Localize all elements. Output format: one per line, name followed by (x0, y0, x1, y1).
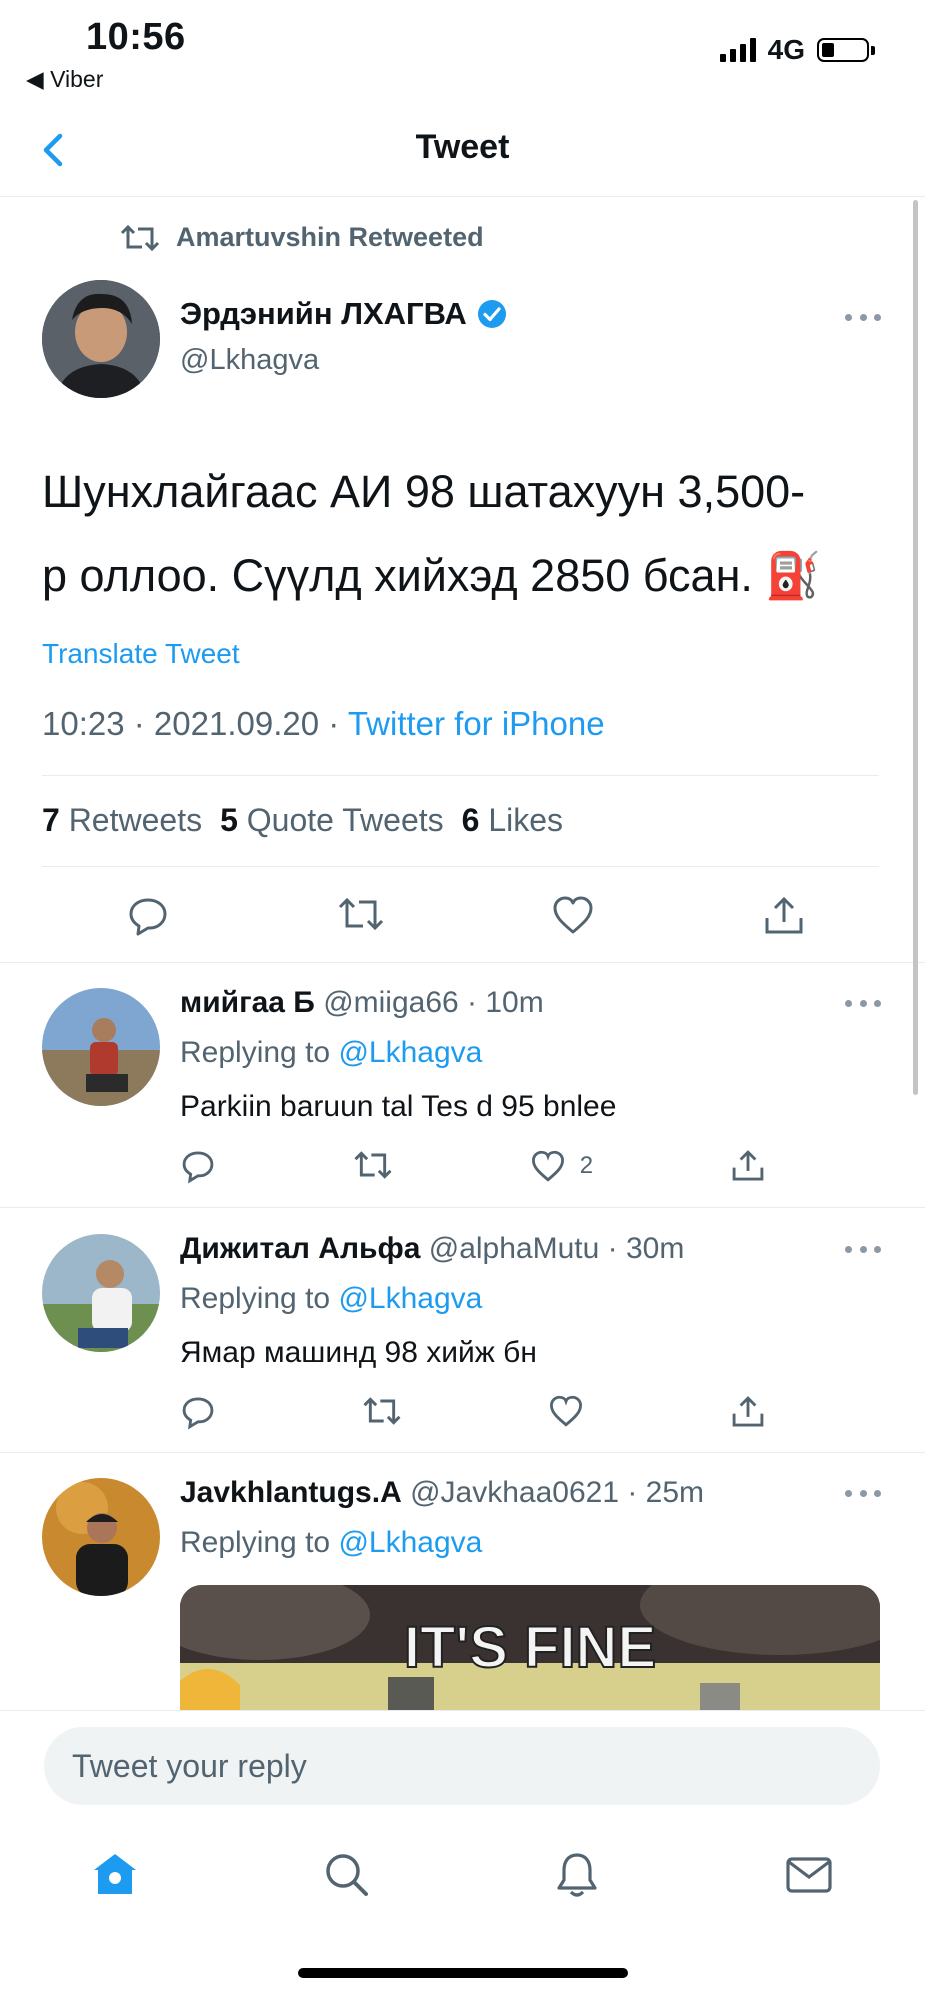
share-icon[interactable] (730, 1394, 766, 1430)
header-divider (0, 196, 925, 197)
reply-actions (180, 1394, 766, 1430)
cellular-signal-icon (719, 38, 756, 62)
status-indicators: 4G (719, 34, 875, 66)
main-tweet-actions (126, 894, 806, 938)
replying-to: Replying to @Lkhagva (180, 1282, 482, 1316)
likes-label: Likes (488, 802, 564, 838)
divider (0, 962, 925, 963)
quote-tweets-count: 5 (220, 802, 238, 838)
divider (0, 1452, 925, 1453)
translate-tweet-link[interactable]: Translate Tweet (42, 638, 240, 670)
divider (42, 866, 879, 867)
share-icon[interactable] (762, 894, 806, 938)
reply-avatar[interactable] (42, 1234, 160, 1352)
reply-input[interactable] (44, 1727, 880, 1805)
retweet-icon[interactable] (353, 1148, 393, 1182)
tab-home[interactable] (88, 1848, 142, 1902)
share-icon[interactable] (730, 1148, 766, 1184)
tab-search[interactable] (320, 1848, 374, 1902)
retweet-context[interactable]: Amartuvshin Retweeted (120, 222, 484, 253)
search-icon (326, 1854, 368, 1896)
reply-media-gif[interactable]: IT'S FINE (180, 1585, 880, 1715)
likes-stat[interactable]: 6 Likes (462, 802, 563, 839)
scrollbar[interactable] (913, 200, 918, 1095)
status-time: 10:56 (86, 16, 186, 58)
reply-header: Javkhlantugs.A @Javkhaa0621 · 25m (180, 1476, 704, 1510)
reply-author-name[interactable]: мийгаа Б (180, 986, 315, 1019)
like-button[interactable]: 2 (530, 1148, 593, 1184)
author-name[interactable]: Эрдэнийн ЛХАГВА (180, 296, 507, 332)
more-options-icon[interactable] (845, 312, 881, 322)
replying-to: Replying to @Lkhagva (180, 1036, 482, 1070)
tweet-stats: 7 Retweets 5 Quote Tweets 6 Likes (42, 802, 563, 839)
quote-tweets-stat[interactable]: 5 Quote Tweets (220, 802, 444, 839)
mail-icon (786, 1857, 832, 1893)
reply-handle-time: @miiga66 · 10m (323, 986, 544, 1019)
replying-to-prefix: Replying to (180, 1526, 339, 1559)
network-label: 4G (767, 34, 805, 65)
likes-count: 6 (461, 802, 480, 838)
like-heart-icon[interactable] (548, 1394, 584, 1428)
reply-handle-time: @alphaMutu · 30m (428, 1232, 685, 1265)
tweet-text-line: р оллоо. Сүүлд хийхэд 2850 бсан. ⛽ (42, 550, 822, 601)
reply-icon[interactable] (180, 1148, 216, 1184)
retweet-icon[interactable] (362, 1394, 402, 1428)
reply-author-name[interactable]: Javkhlantugs.A (180, 1476, 402, 1509)
tweet-meta: 10:23 · 2021.09.20 · Twitter for iPhone (42, 705, 605, 743)
reply-handle-time: @Javkhaa0621 · 25m (410, 1476, 705, 1509)
reply-header: мийгаа Б @miiga66 · 10m (180, 986, 544, 1020)
page-title: Tweet (415, 128, 510, 166)
verified-badge-icon (477, 300, 506, 328)
tweet-source-link[interactable]: Twitter for iPhone (348, 705, 605, 742)
tab-notifications[interactable] (550, 1848, 604, 1902)
replying-to: Replying to @Lkhagva (180, 1526, 482, 1560)
author-handle[interactable]: @Lkhagva (180, 344, 319, 377)
like-heart-icon[interactable] (551, 894, 595, 936)
more-options-icon[interactable] (845, 998, 881, 1008)
tweet-text-line: Шунхлайгаас АИ 98 шатахуун 3,500- (42, 466, 806, 517)
replying-to-prefix: Replying to (180, 1282, 339, 1315)
more-options-icon[interactable] (845, 1488, 881, 1498)
replying-to-handle[interactable]: @Lkhagva (338, 1282, 482, 1315)
replying-to-handle[interactable]: @Lkhagva (338, 1526, 482, 1559)
author-name-text: Эрдэнийн ЛХАГВА (180, 296, 467, 331)
reply-icon[interactable] (180, 1394, 216, 1430)
author-avatar[interactable] (42, 280, 160, 398)
tweet-timestamp: 10:23 · 2021.09.20 · (42, 705, 348, 742)
more-options-icon[interactable] (845, 1244, 881, 1254)
reply-avatar[interactable] (42, 1478, 160, 1596)
retweeted-by-label: Amartuvshin Retweeted (176, 222, 484, 252)
like-count: 2 (579, 1152, 594, 1179)
home-indicator[interactable] (298, 1968, 628, 1978)
back-to-app-link[interactable]: ◀ Viber (26, 66, 103, 93)
bell-icon (557, 1853, 597, 1897)
divider (42, 775, 879, 776)
reply-author-name[interactable]: Дижитал Альфа (180, 1232, 420, 1265)
divider (0, 1207, 925, 1208)
battery-icon (817, 38, 875, 62)
gif-caption: IT'S FINE (404, 1615, 656, 1680)
retweets-count: 7 (42, 802, 60, 838)
retweet-icon (120, 224, 160, 251)
reply-header: Дижитал Альфа @alphaMutu · 30m (180, 1232, 684, 1266)
tweet-text: Шунхлайгаас АИ 98 шатахуун 3,500- р олло… (42, 450, 872, 618)
replying-to-handle[interactable]: @Lkhagva (338, 1036, 482, 1069)
retweets-label: Retweets (68, 802, 203, 838)
reply-avatar[interactable] (42, 988, 160, 1106)
retweet-icon[interactable] (337, 894, 385, 934)
like-heart-icon (531, 1150, 564, 1182)
reply-actions: 2 (180, 1148, 766, 1184)
retweets-stat[interactable]: 7 Retweets (42, 802, 202, 839)
replying-to-prefix: Replying to (180, 1036, 339, 1069)
reply-icon[interactable] (126, 894, 170, 938)
tab-messages[interactable] (782, 1848, 836, 1902)
quote-tweets-label: Quote Tweets (246, 802, 444, 838)
home-icon (94, 1854, 136, 1894)
reply-text: Ямар машинд 98 хийж бн (180, 1336, 537, 1369)
reply-text: Parkiin baruun tal Tes d 95 bnlee (180, 1090, 617, 1123)
